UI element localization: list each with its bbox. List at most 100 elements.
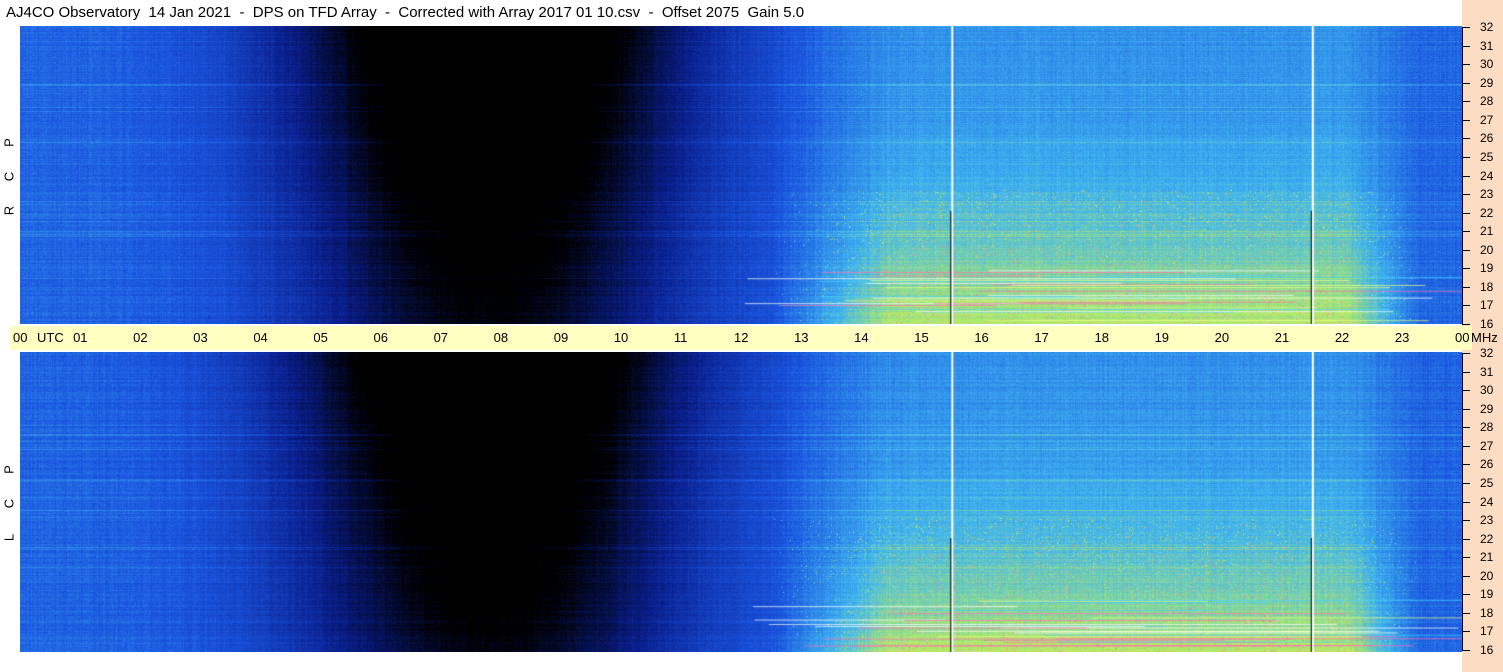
utc-tick-label: 08 xyxy=(493,330,509,345)
polarization-letter: C xyxy=(1,171,17,182)
utc-tick-label: 05 xyxy=(313,330,328,345)
freq-tick-mark xyxy=(1462,231,1470,233)
freq-tick-mark xyxy=(1462,557,1470,559)
freq-tick-mark xyxy=(1462,427,1470,429)
freq-tick-mark xyxy=(1462,101,1470,103)
freq-tick-label: 29 xyxy=(1480,401,1494,416)
freq-tick-mark xyxy=(1462,194,1470,196)
utc-tick-label: 17 xyxy=(1034,330,1049,345)
freq-tick-label: 25 xyxy=(1480,475,1494,490)
polarization-letter: C xyxy=(1,498,17,509)
freq-tick-mark xyxy=(1462,501,1470,503)
freq-tick-mark xyxy=(1462,650,1470,651)
freq-tick-mark xyxy=(1462,305,1470,307)
utc-tick-label: 00 xyxy=(13,330,28,345)
freq-tick-mark xyxy=(1462,445,1470,447)
freq-tick-mark xyxy=(1462,156,1470,158)
utc-tick-label: 14 xyxy=(854,330,869,345)
freq-tick-label: 28 xyxy=(1480,94,1494,109)
freq-tick-label: 31 xyxy=(1480,364,1494,379)
freq-tick-label: 23 xyxy=(1480,187,1494,202)
utc-time-axis: 00 UTC 01 02 03 04 05 06 07 08 09 10 11 12 13 14 15 16 17 1… xyxy=(10,326,1498,350)
freq-tick-label: 16 xyxy=(1480,317,1494,331)
utc-tick-label: 03 xyxy=(193,330,208,345)
freq-tick-label: 27 xyxy=(1480,438,1494,453)
freq-tick-label: 20 xyxy=(1480,242,1494,257)
utc-tick-label: 04 xyxy=(253,330,268,345)
utc-tick-label: 21 xyxy=(1274,330,1290,345)
utc-tick-label: 12 xyxy=(734,330,749,345)
utc-tick-label: 20 xyxy=(1214,330,1230,345)
freq-tick-label: 16 xyxy=(1480,643,1494,657)
freq-tick-label: 19 xyxy=(1480,261,1494,276)
freq-tick-mark xyxy=(1462,612,1470,614)
freq-tick-mark xyxy=(1462,482,1470,484)
freq-tick-mark xyxy=(1462,119,1470,121)
freq-tick-label: 20 xyxy=(1480,568,1494,583)
utc-tick-label: 09 xyxy=(553,330,569,345)
lcp-spectrogram xyxy=(20,352,1462,652)
freq-tick-mark xyxy=(1462,371,1470,373)
freq-tick-label: 17 xyxy=(1480,624,1494,639)
freq-tick-label: 17 xyxy=(1480,298,1494,313)
polarization-letter: P xyxy=(1,465,17,474)
freq-tick-label: 26 xyxy=(1480,457,1494,472)
freq-tick-mark xyxy=(1462,538,1470,540)
freq-tick-mark xyxy=(1462,82,1470,84)
utc-tick-label: 11 xyxy=(673,330,688,345)
utc-tick-label: 22 xyxy=(1334,330,1350,345)
utc-tick-label: 18 xyxy=(1094,330,1109,345)
freq-tick-mark xyxy=(1462,464,1470,466)
freq-tick-mark xyxy=(1462,27,1470,28)
utc-tick-label: 15 xyxy=(914,330,929,345)
chart-title: AJ4CO Observatory 14 Jan 2021 - DPS on T… xyxy=(6,4,805,21)
freq-tick-label: 18 xyxy=(1480,279,1494,294)
freq-tick-label: 30 xyxy=(1480,383,1494,398)
freq-tick-mark xyxy=(1462,390,1470,392)
freq-tick-label: 24 xyxy=(1480,168,1494,183)
freq-tick-label: 32 xyxy=(1480,346,1494,360)
utc-tick-label: 19 xyxy=(1154,330,1170,345)
freq-tick-label: 26 xyxy=(1480,131,1494,146)
utc-tick-label: 01 xyxy=(73,330,88,345)
freq-tick-label: 31 xyxy=(1480,38,1494,53)
polarization-letter: L xyxy=(1,533,17,542)
freq-tick-label: 24 xyxy=(1480,494,1494,509)
freq-tick-label: 29 xyxy=(1480,75,1494,90)
freq-tick-mark xyxy=(1462,138,1470,140)
freq-tick-label: 32 xyxy=(1480,20,1494,34)
freq-tick-mark xyxy=(1462,175,1470,177)
freq-tick-mark xyxy=(1462,286,1470,288)
freq-tick-label: 25 xyxy=(1480,149,1494,164)
freq-tick-mark xyxy=(1462,249,1470,251)
mhz-unit-label: MHz xyxy=(1471,330,1498,345)
utc-tick-label: 06 xyxy=(373,330,388,345)
freq-tick-label: 22 xyxy=(1480,531,1494,546)
freq-tick-mark xyxy=(1462,594,1470,596)
freq-tick-mark xyxy=(1462,268,1470,270)
freq-tick-mark xyxy=(1462,64,1470,66)
rcp-spectrogram xyxy=(20,26,1462,324)
polarization-letter: R xyxy=(1,205,17,216)
freq-tick-label: 27 xyxy=(1480,112,1494,127)
utc-unit-label: UTC xyxy=(37,330,64,345)
freq-tick-mark xyxy=(1462,631,1470,633)
utc-tick-label: 02 xyxy=(133,330,148,345)
freq-tick-mark xyxy=(1462,408,1470,410)
freq-tick-label: 19 xyxy=(1480,587,1494,602)
freq-tick-mark xyxy=(1462,520,1470,522)
freq-tick-label: 22 xyxy=(1480,205,1494,220)
polarization-letter: P xyxy=(1,138,17,147)
utc-tick-label: 23 xyxy=(1394,330,1410,345)
freq-tick-label: 23 xyxy=(1480,513,1494,528)
freq-tick-mark xyxy=(1462,575,1470,577)
utc-tick-label: 10 xyxy=(613,330,629,345)
utc-tick-label: 16 xyxy=(974,330,989,345)
utc-tick-label: 07 xyxy=(433,330,449,345)
freq-tick-label: 18 xyxy=(1480,605,1494,620)
freq-tick-label: 30 xyxy=(1480,57,1494,72)
freq-tick-mark xyxy=(1462,212,1470,214)
utc-tick-label: 13 xyxy=(794,330,809,345)
freq-tick-label: 28 xyxy=(1480,420,1494,435)
utc-tick-label: 00 xyxy=(1455,330,1470,345)
